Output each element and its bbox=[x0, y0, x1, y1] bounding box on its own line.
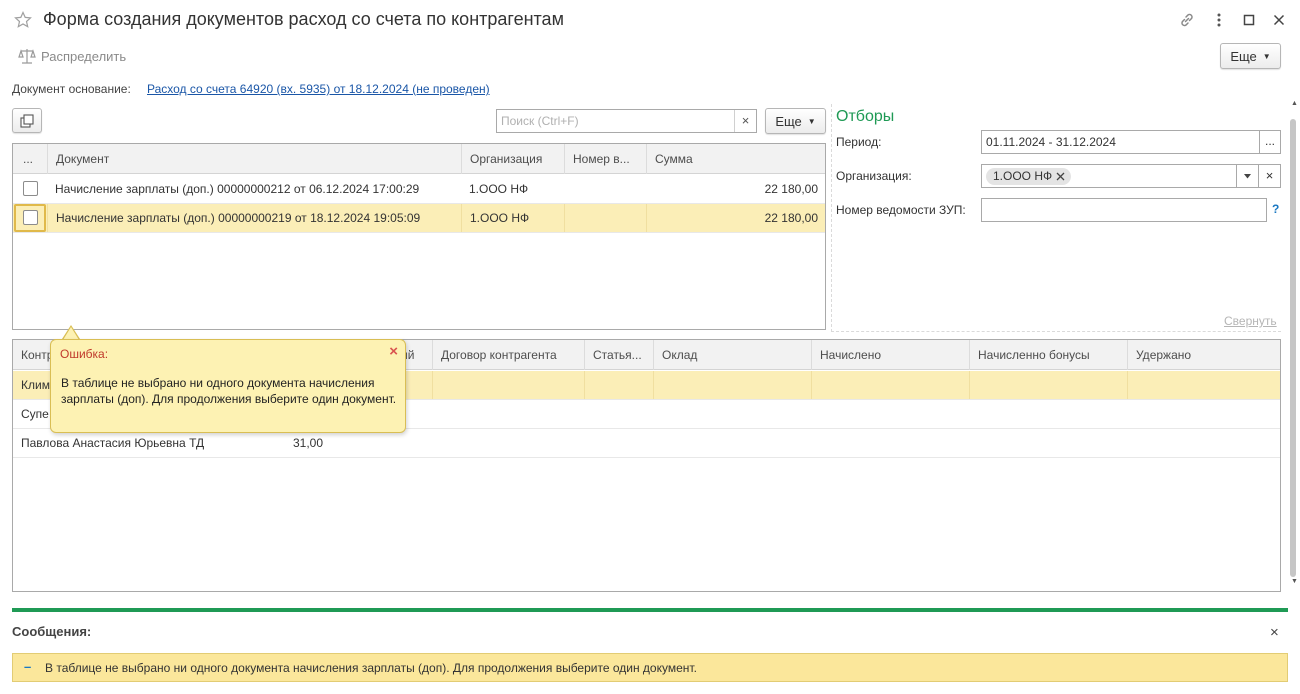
caret-down-icon: ▼ bbox=[1262, 51, 1271, 61]
cell-divider bbox=[432, 371, 433, 399]
cell-divider bbox=[969, 371, 970, 399]
row-document: Начисление зарплаты (доп.) 00000000219 о… bbox=[47, 204, 461, 232]
copy-icon bbox=[20, 113, 34, 128]
column-header-document[interactable]: Документ bbox=[47, 144, 461, 174]
maximize-icon[interactable] bbox=[1238, 9, 1260, 31]
message-item[interactable]: – В таблице не выбрано ни одного докумен… bbox=[12, 653, 1288, 682]
more-button-label: Еще bbox=[1230, 48, 1257, 64]
messages-close-button[interactable]: × bbox=[1270, 624, 1279, 641]
row-organization: 1.ООО НФ bbox=[469, 182, 529, 196]
link-icon[interactable] bbox=[1176, 9, 1198, 31]
window-title: Форма создания документов расход со счет… bbox=[43, 9, 564, 29]
column-header-bonuses[interactable]: Начисленно бонусы bbox=[969, 340, 1127, 370]
row-amount: 31,00 bbox=[293, 436, 324, 450]
search-input[interactable]: Поиск (Ctrl+F) × bbox=[496, 109, 757, 133]
organization-tag-label: 1.ООО НФ bbox=[993, 169, 1053, 183]
column-header-sum[interactable]: Сумма bbox=[646, 144, 825, 174]
period-label: Период: bbox=[836, 135, 882, 149]
collapse-link[interactable]: Свернуть bbox=[1224, 314, 1277, 328]
table-row[interactable]: Павлова Анастасия Юрьевна ТД 31,00 bbox=[13, 429, 1280, 458]
period-value: 01.11.2024 - 31.12.2024 bbox=[986, 135, 1116, 149]
organization-dropdown-button[interactable] bbox=[1236, 164, 1259, 188]
docs-more-label: Еще bbox=[775, 113, 802, 129]
organization-label: Организация: bbox=[836, 169, 912, 183]
tooltip-close-button[interactable]: × bbox=[389, 343, 398, 360]
organization-field[interactable]: 1.ООО НФ bbox=[981, 164, 1237, 188]
table-row[interactable]: Начисление зарплаты (доп.) 00000000212 о… bbox=[13, 175, 825, 204]
tooltip-text: В таблице не выбрано ни одного документа… bbox=[61, 376, 397, 406]
cell-divider bbox=[1127, 371, 1128, 399]
row-number bbox=[564, 175, 646, 203]
column-header-mark[interactable]: ... bbox=[13, 144, 47, 174]
column-header-contract[interactable]: Договор контрагента bbox=[432, 340, 584, 370]
distribute-label: Распределить bbox=[41, 48, 127, 64]
message-text: В таблице не выбрано ни одного документа… bbox=[45, 661, 697, 675]
period-select-button[interactable]: ... bbox=[1259, 130, 1281, 154]
column-header-salary[interactable]: Оклад bbox=[653, 340, 811, 370]
row-counterparty: Павлова Анастасия Юрьевна ТД bbox=[21, 436, 205, 450]
copy-button[interactable] bbox=[12, 108, 42, 133]
error-tooltip: Ошибка: × В таблице не выбрано ни одного… bbox=[50, 339, 406, 433]
row-sum: 22 180,00 bbox=[646, 204, 818, 232]
close-window-icon[interactable] bbox=[1268, 9, 1290, 31]
row-checkbox[interactable] bbox=[23, 210, 38, 225]
scroll-up-icon[interactable]: ▲ bbox=[1291, 100, 1298, 107]
more-button[interactable]: Еще ▼ bbox=[1220, 43, 1281, 69]
zup-number-input[interactable] bbox=[981, 198, 1267, 222]
cell-divider bbox=[811, 371, 812, 399]
main-scrollbar[interactable]: ▲ ▼ bbox=[1288, 100, 1298, 590]
column-header-organization[interactable]: Организация bbox=[461, 144, 564, 174]
row-organization: 1.ООО НФ bbox=[461, 204, 564, 232]
row-checkbox[interactable] bbox=[23, 181, 38, 196]
column-header-number[interactable]: Номер в... bbox=[564, 144, 646, 174]
scroll-down-icon[interactable]: ▼ bbox=[1291, 578, 1298, 585]
distribute-button[interactable]: Распределить bbox=[18, 46, 126, 66]
row-number bbox=[564, 204, 646, 232]
period-field[interactable]: 01.11.2024 - 31.12.2024 bbox=[981, 130, 1260, 154]
messages-divider bbox=[12, 608, 1288, 612]
caret-down-icon bbox=[1244, 173, 1251, 179]
search-clear-button[interactable]: × bbox=[734, 110, 756, 132]
help-icon[interactable]: ? bbox=[1272, 202, 1279, 216]
documents-table: ... Документ Организация Номер в... Сумм… bbox=[12, 143, 826, 330]
scales-icon bbox=[18, 47, 36, 65]
basis-document-link[interactable]: Расход со счета 64920 (вх. 5935) от 18.1… bbox=[147, 82, 490, 96]
search-placeholder: Поиск (Ctrl+F) bbox=[501, 114, 579, 128]
row-document: Начисление зарплаты (доп.) 00000000212 о… bbox=[55, 182, 420, 196]
tag-remove-icon[interactable] bbox=[1056, 172, 1065, 181]
table-row-selected[interactable]: Начисление зарплаты (доп.) 00000000219 о… bbox=[13, 204, 825, 233]
scrollbar-thumb[interactable] bbox=[1290, 119, 1296, 577]
row-sum: 22 180,00 bbox=[764, 182, 818, 196]
column-header-withheld[interactable]: Удержано bbox=[1127, 340, 1280, 370]
organization-clear-button[interactable]: × bbox=[1258, 164, 1281, 188]
more-vertical-icon[interactable] bbox=[1208, 9, 1230, 31]
message-bullet-icon: – bbox=[24, 659, 32, 674]
cell-divider bbox=[653, 371, 654, 399]
organization-tag[interactable]: 1.ООО НФ bbox=[986, 168, 1072, 185]
basis-label: Документ основание: bbox=[12, 82, 131, 96]
documents-table-header: ... Документ Организация Номер в... Сумм… bbox=[13, 144, 825, 174]
column-header-article[interactable]: Статья... bbox=[584, 340, 653, 370]
messages-title: Сообщения: bbox=[12, 624, 92, 639]
column-header-accrued[interactable]: Начислено bbox=[811, 340, 969, 370]
tooltip-title: Ошибка: bbox=[60, 347, 109, 361]
docs-more-button[interactable]: Еще ▼ bbox=[765, 108, 826, 134]
cell-divider bbox=[584, 371, 585, 399]
filters-title: Отборы bbox=[836, 108, 895, 125]
zup-number-label: Номер ведомости ЗУП: bbox=[836, 203, 966, 217]
caret-down-icon: ▼ bbox=[807, 116, 816, 126]
favorite-star-icon[interactable] bbox=[12, 9, 34, 31]
